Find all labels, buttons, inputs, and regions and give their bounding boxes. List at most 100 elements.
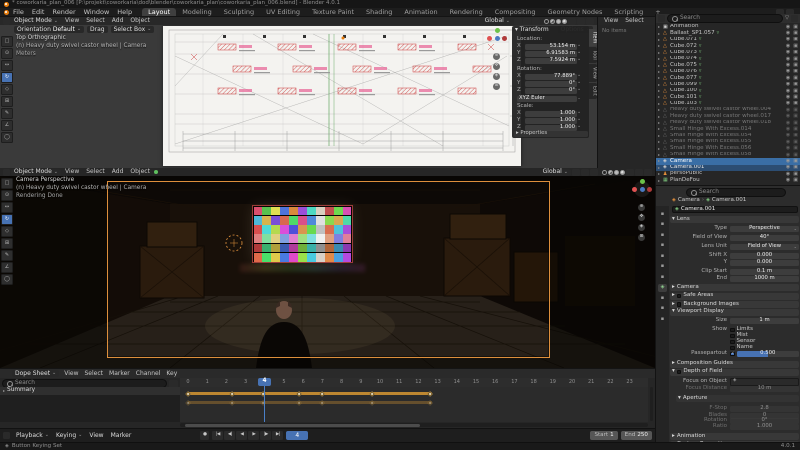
orientation-global-dropdown[interactable]: Global⌄ (540, 169, 571, 176)
app-menu-icon[interactable] (4, 10, 9, 15)
tool-button-3[interactable]: ↻ (1, 72, 13, 83)
rotation-y[interactable]: Y0°• (517, 81, 581, 87)
axis-x-handle[interactable] (647, 187, 652, 192)
dope-menu-view[interactable]: View (61, 371, 81, 377)
properties-tab-object[interactable]: ▪ (658, 273, 667, 281)
lock-icon[interactable]: • (577, 118, 581, 124)
euler-mode-dropdown[interactable]: XYZ Euler⌄ (517, 96, 581, 102)
hide-viewport-icon[interactable]: ◉ (786, 31, 790, 36)
disable-render-icon[interactable]: ▣ (793, 178, 798, 183)
frame-end-field[interactable]: End 250 (621, 431, 652, 440)
axis-x-handle[interactable] (502, 36, 507, 41)
filter-icon[interactable]: ▽ (785, 16, 789, 21)
current-frame-field[interactable]: 4 (286, 431, 308, 440)
hide-viewport-icon[interactable]: ◉ (786, 44, 790, 49)
n-panel-tab-view[interactable]: View (589, 64, 597, 82)
lock-icon[interactable]: • (577, 111, 581, 117)
hide-viewport-icon[interactable]: ◉ (786, 172, 790, 177)
tool-button-0[interactable]: □ (1, 36, 13, 47)
tool-button-7[interactable]: ∠ (1, 262, 13, 273)
camera-frame-border[interactable] (107, 181, 550, 358)
checkbox[interactable] (730, 352, 735, 357)
disable-render-icon[interactable]: ▣ (793, 50, 798, 55)
property-passepartout[interactable]: Passepartout0.500 (671, 351, 799, 358)
workspace-tab-modeling[interactable]: Modeling (176, 8, 218, 17)
value-field[interactable]: 7.5924 m (525, 58, 577, 64)
timeline-ruler[interactable]: 01234567891011121314151617181920212223 (180, 378, 648, 387)
property-f-stop[interactable]: F-Stop2.8 (671, 405, 799, 412)
workspace-tab-layout[interactable]: Layout (142, 8, 176, 17)
tool-button-8[interactable]: ◯ (1, 132, 13, 143)
scale-y[interactable]: Y1.000• (517, 118, 581, 124)
menu-render[interactable]: Render (48, 9, 79, 16)
properties-tab-render[interactable]: ▪ (658, 221, 667, 229)
hide-viewport-icon[interactable]: ◉ (786, 95, 790, 100)
value-field[interactable]: 53.154 m (525, 44, 577, 50)
disable-render-icon[interactable]: ▣ (793, 153, 798, 158)
value-field[interactable]: ◈ (730, 378, 799, 386)
properties-tab-view-layer[interactable]: ▪ (658, 242, 667, 250)
rotation-z[interactable]: Z0°• (517, 88, 581, 94)
disable-render-icon[interactable]: ▣ (793, 140, 798, 145)
viewport-menu-select[interactable]: Select (83, 18, 108, 24)
shading-wireframe-icon[interactable] (602, 170, 607, 175)
pan-hand-icon[interactable]: ✥ (638, 214, 645, 221)
shading-rendered-icon[interactable] (562, 19, 567, 24)
shading-material-icon[interactable] (556, 19, 561, 24)
lock-icon[interactable]: • (577, 58, 581, 64)
lock-icon[interactable]: • (577, 125, 581, 131)
tool-button-2[interactable]: ↔ (1, 60, 13, 71)
tool-button-2[interactable]: ↔ (1, 202, 13, 213)
browser-menu-view[interactable]: View (601, 18, 621, 24)
hide-viewport-icon[interactable]: ◉ (786, 114, 790, 119)
jump-to-end-button[interactable]: ▶| (272, 431, 283, 440)
snap-target-icon[interactable] (581, 169, 589, 176)
dope-menu-channel[interactable]: Channel (133, 371, 164, 377)
properties-tab-scene[interactable]: ▪ (658, 252, 667, 260)
menu-file[interactable]: File (9, 9, 28, 16)
disable-render-icon[interactable]: ▣ (793, 82, 798, 87)
properties-tab-object-data[interactable]: ◈ (658, 284, 667, 292)
disable-render-icon[interactable]: ▣ (793, 37, 798, 42)
lock-icon[interactable]: • (577, 51, 581, 57)
value-field[interactable]: Field of View⌄ (730, 244, 799, 250)
panel-background-images[interactable]: ▸Background Images (670, 301, 799, 308)
workspace-tab-shading[interactable]: Shading (360, 8, 398, 17)
dope-menu-select[interactable]: Select (82, 371, 107, 377)
panel-safe-areas[interactable]: ▸Safe Areas (670, 293, 799, 300)
hide-viewport-icon[interactable]: ◉ (786, 140, 790, 145)
axis-z-handle[interactable] (640, 179, 645, 184)
workspace-tab-compositing[interactable]: Compositing (489, 8, 542, 17)
disable-render-icon[interactable]: ▣ (793, 114, 798, 119)
property-size[interactable]: Size1 m (671, 318, 799, 325)
scale-x[interactable]: X1.000• (517, 111, 581, 117)
frame-start-field[interactable]: Start 1 (590, 431, 617, 440)
editor-type-icon[interactable] (3, 370, 10, 377)
value-field[interactable]: 1.000 (525, 118, 577, 124)
value-field[interactable]: 1 m (730, 318, 799, 324)
property-lens-unit[interactable]: Lens UnitField of View⌄ (671, 243, 799, 250)
disable-render-icon[interactable]: ▣ (793, 63, 798, 68)
keyframe-area[interactable] (180, 387, 648, 422)
hide-viewport-icon[interactable]: ◉ (786, 121, 790, 126)
proportional-edit-icon[interactable] (590, 169, 598, 176)
tool-button-6[interactable]: ✎ (1, 250, 13, 261)
properties-tab-world[interactable]: ▪ (658, 263, 667, 271)
disable-render-icon[interactable]: ▣ (793, 89, 798, 94)
panel-composition-guides[interactable]: ▸Composition Guides (670, 361, 799, 368)
property-focus-distance[interactable]: Focus Distance10 m (671, 386, 799, 393)
disable-render-icon[interactable]: ▣ (793, 127, 798, 132)
dope-menu-marker[interactable]: Marker (106, 371, 133, 377)
panel-checkbox[interactable] (677, 294, 682, 299)
auto-key-button[interactable]: ● (200, 431, 209, 440)
hide-viewport-icon[interactable]: ◉ (786, 76, 790, 81)
properties-search-input[interactable]: Search (686, 188, 786, 197)
value-field[interactable]: 0.000 (730, 253, 799, 259)
disable-render-icon[interactable]: ▣ (793, 172, 798, 177)
play-button[interactable]: ▶ (248, 431, 259, 440)
hide-viewport-icon[interactable]: ◉ (786, 153, 790, 158)
previous-keyframe-button[interactable]: ◀| (224, 431, 235, 440)
panel-checkbox[interactable] (677, 370, 682, 375)
property-field-of-view[interactable]: Field of View40° (671, 235, 799, 242)
value-field[interactable]: 6.91583 m (525, 51, 577, 57)
